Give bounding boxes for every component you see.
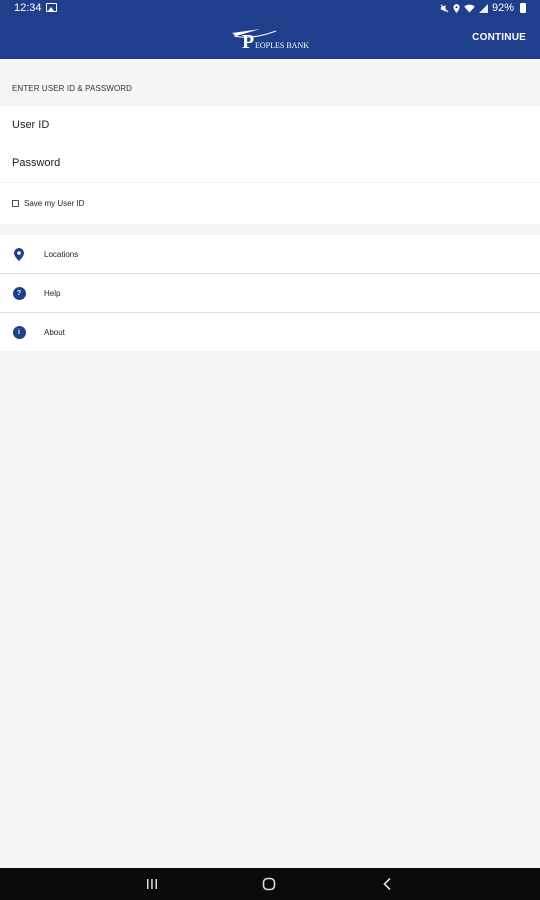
menu-item-label: About: [44, 327, 65, 337]
help-icon: ?: [12, 286, 26, 300]
mute-icon: [440, 4, 449, 12]
location-icon: [453, 3, 460, 13]
password-input[interactable]: [12, 144, 522, 182]
status-icons: 92%: [440, 2, 526, 14]
recent-apps-icon[interactable]: [144, 876, 160, 892]
logo-text: EOPLES BANK: [255, 41, 309, 50]
back-icon[interactable]: [380, 876, 396, 892]
user-id-field[interactable]: [0, 106, 540, 144]
menu-item-about[interactable]: i About: [0, 313, 540, 351]
system-nav-bar: [0, 868, 540, 900]
user-id-input[interactable]: [12, 106, 522, 144]
menu-list: Locations ? Help i About: [0, 235, 540, 351]
save-user-id-checkbox[interactable]: [12, 200, 19, 207]
svg-text:P: P: [242, 31, 254, 53]
status-time: 12:34: [14, 2, 42, 14]
menu-item-help[interactable]: ? Help: [0, 274, 540, 313]
info-icon: i: [12, 325, 26, 339]
status-bar: 12:34 92%: [0, 0, 540, 17]
save-user-id-label: Save my User ID: [24, 199, 85, 208]
app-header: P EOPLES BANK CONTINUE: [0, 17, 540, 59]
battery-percentage: 92%: [491, 2, 514, 14]
continue-button[interactable]: CONTINUE: [472, 32, 526, 43]
menu-item-locations[interactable]: Locations: [0, 235, 540, 274]
login-section-label: ENTER USER ID & PASSWORD: [12, 84, 133, 93]
password-field[interactable]: [0, 144, 540, 182]
peoples-bank-logo: P EOPLES BANK: [232, 29, 309, 53]
signal-icon: [478, 3, 488, 13]
menu-item-label: Locations: [44, 249, 79, 259]
battery-icon: [520, 3, 526, 13]
image-icon: [46, 3, 57, 12]
location-pin-icon: [12, 247, 26, 261]
home-icon[interactable]: [261, 876, 277, 892]
save-user-id-row[interactable]: Save my User ID: [0, 183, 540, 224]
menu-item-label: Help: [44, 288, 61, 298]
wifi-icon: [464, 4, 475, 13]
